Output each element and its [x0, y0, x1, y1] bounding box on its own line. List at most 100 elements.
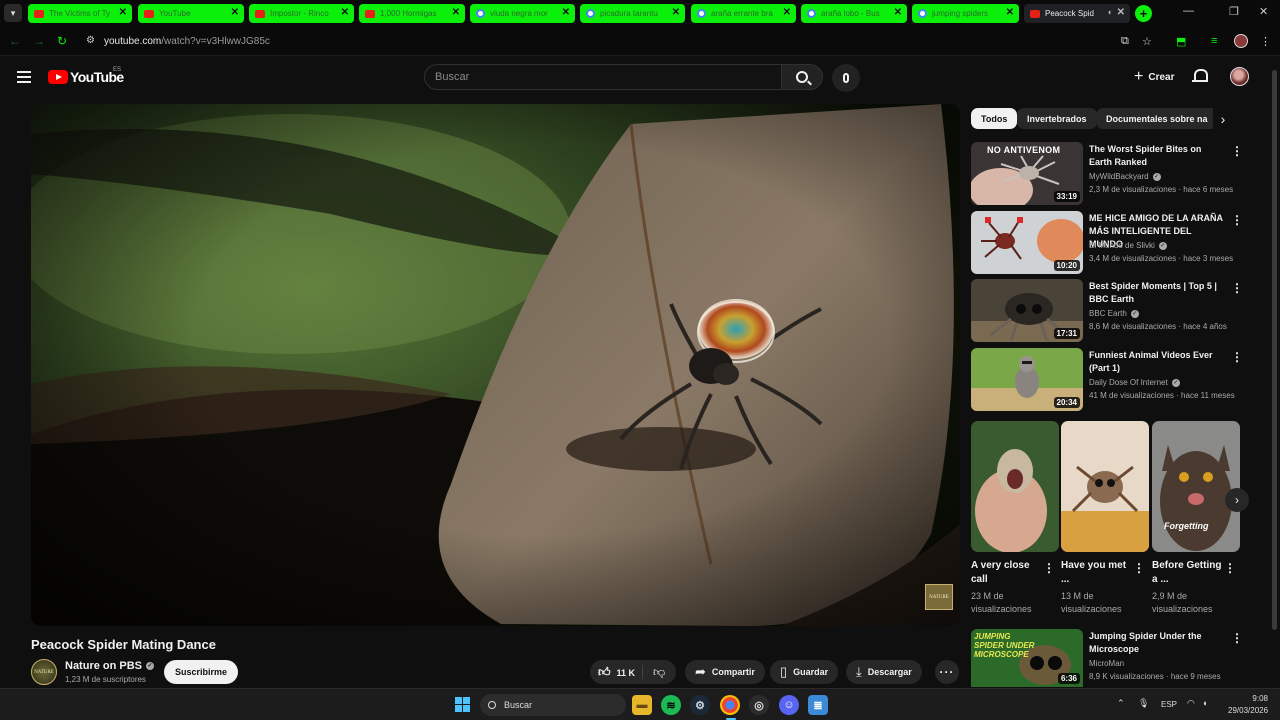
- recommendation-item[interactable]: JUMPING SPIDER UNDER MICROSCOPE 6:36 Jum…: [971, 629, 1241, 687]
- wifi-icon[interactable]: ◠: [1187, 698, 1195, 709]
- recommendation-item[interactable]: 17:31 Best Spider Moments | Top 5 | BBC …: [971, 279, 1243, 343]
- volume-icon[interactable]: ◖: [1202, 698, 1207, 708]
- browser-tab[interactable]: picadura tarantu ✕: [580, 4, 685, 23]
- site-info-icon[interactable]: ⚙: [86, 35, 98, 47]
- guide-menu-icon[interactable]: [17, 71, 31, 83]
- browser-menu-icon[interactable]: ⋮: [1260, 35, 1271, 48]
- recommendation-item[interactable]: 10:20 ME HICE AMIGO DE LA ARAÑA MÁS INTE…: [971, 211, 1243, 275]
- close-tab-icon[interactable]: ✕: [894, 7, 902, 18]
- close-tab-icon[interactable]: ✕: [1117, 7, 1125, 18]
- chip-todos[interactable]: Todos: [971, 108, 1018, 129]
- short-item[interactable]: Forgetting Before Getting a ... ⋮ 2,9 M …: [1152, 421, 1240, 614]
- more-actions-button[interactable]: ···: [935, 660, 959, 684]
- chrome-icon[interactable]: [720, 695, 740, 715]
- profile-avatar[interactable]: [1234, 34, 1248, 48]
- kebab-menu-icon[interactable]: ⋮: [1224, 561, 1236, 575]
- recommendation-item[interactable]: NO ANTIVENOM 33:19 The Worst Spider Bite…: [971, 142, 1243, 206]
- download-button[interactable]: ⤓ Descargar: [846, 660, 922, 684]
- obs-icon[interactable]: ◎: [749, 695, 769, 715]
- channel-name[interactable]: MyWildBackyard ✓: [1089, 172, 1161, 181]
- short-title[interactable]: A very close call: [971, 559, 1045, 587]
- short-item[interactable]: Have you met ... ⋮ 13 M de visualizacion…: [1061, 421, 1149, 614]
- close-tab-icon[interactable]: ✕: [231, 7, 239, 18]
- video-title[interactable]: Funniest Animal Videos Ever (Part 1): [1089, 349, 1225, 375]
- chip-invertebrados[interactable]: Invertebrados: [1017, 108, 1097, 129]
- account-avatar[interactable]: [1230, 67, 1249, 86]
- system-clock[interactable]: 9:08 29/03/2026: [1228, 693, 1268, 717]
- short-item[interactable]: A very close call ⋮ 23 M de visualizacio…: [971, 421, 1059, 614]
- browser-tab-active[interactable]: Peacock Spid ◖ ✕: [1024, 4, 1130, 23]
- notifications-bell-icon[interactable]: [1192, 68, 1208, 84]
- kebab-menu-icon[interactable]: ⋮: [1133, 561, 1145, 575]
- notepad-icon[interactable]: ≣: [808, 695, 828, 715]
- video-thumbnail[interactable]: NO ANTIVENOM 33:19: [971, 142, 1083, 205]
- new-tab-button[interactable]: +: [1135, 5, 1152, 22]
- close-tab-icon[interactable]: ✕: [672, 7, 680, 18]
- spotify-icon[interactable]: ≋: [661, 695, 681, 715]
- browser-tab[interactable]: YouTube ✕: [138, 4, 244, 23]
- browser-tab[interactable]: araña lobo - Bus ✕: [801, 4, 907, 23]
- browser-tab[interactable]: 1,000 Hormigas ✕: [359, 4, 465, 23]
- kebab-menu-icon[interactable]: ⋮: [1231, 213, 1243, 227]
- shorts-next-arrow-icon[interactable]: ›: [1225, 488, 1249, 512]
- close-tab-icon[interactable]: ✕: [341, 7, 349, 18]
- short-title[interactable]: Before Getting a ...: [1152, 559, 1226, 587]
- bookmark-star-icon[interactable]: ☆: [1142, 35, 1152, 48]
- subscribe-button[interactable]: Suscribirme: [164, 660, 239, 684]
- save-button[interactable]: ▯ Guardar: [770, 660, 839, 684]
- kebab-menu-icon[interactable]: ⋮: [1231, 631, 1241, 645]
- create-button[interactable]: + Crear: [1124, 65, 1184, 89]
- video-title[interactable]: Best Spider Moments | Top 5 | BBC Earth: [1089, 280, 1225, 306]
- kebab-menu-icon[interactable]: ⋮: [1231, 144, 1243, 158]
- back-arrow-icon[interactable]: ←: [9, 34, 21, 48]
- close-tab-icon[interactable]: ✕: [452, 7, 460, 18]
- scrollbar-thumb[interactable]: [1272, 70, 1277, 630]
- url-field[interactable]: youtube.com/watch?v=v3HlwwJG85c: [104, 36, 270, 47]
- chips-next-arrow-icon[interactable]: ›: [1213, 108, 1233, 130]
- video-title[interactable]: The Worst Spider Bites on Earth Ranked: [1089, 143, 1225, 169]
- video-thumbnail[interactable]: JUMPING SPIDER UNDER MICROSCOPE 6:36: [971, 629, 1083, 687]
- video-title[interactable]: Jumping Spider Under the Microscope: [1089, 630, 1225, 656]
- close-tab-icon[interactable]: ✕: [783, 7, 791, 18]
- channel-avatar[interactable]: NATURE: [31, 659, 57, 685]
- windows-start-icon[interactable]: [455, 697, 470, 712]
- like-button[interactable]: 👍︎ 11 K: [598, 665, 635, 680]
- video-thumbnail[interactable]: 17:31: [971, 279, 1083, 342]
- channel-name[interactable]: MicroMan: [1089, 659, 1124, 668]
- channel-name[interactable]: Daily Dose Of Internet ✓: [1089, 378, 1180, 387]
- browser-tab[interactable]: viuda negra mor ✕: [470, 4, 575, 23]
- media-control-icon[interactable]: ≡: [1211, 35, 1217, 47]
- cast-icon[interactable]: ⧉: [1121, 35, 1129, 48]
- minimize-icon[interactable]: —: [1183, 5, 1194, 17]
- close-tab-icon[interactable]: ✕: [1006, 7, 1014, 18]
- extensions-icon[interactable]: ⬒: [1176, 35, 1186, 48]
- steam-icon[interactable]: ⚙: [690, 695, 710, 715]
- kebab-menu-icon[interactable]: ⋮: [1043, 561, 1055, 575]
- discord-icon[interactable]: ☺: [779, 695, 799, 715]
- close-tab-icon[interactable]: ✕: [119, 7, 127, 18]
- file-explorer-icon[interactable]: ▬: [632, 695, 652, 715]
- reload-icon[interactable]: ↻: [57, 34, 67, 48]
- close-window-icon[interactable]: ✕: [1259, 5, 1268, 18]
- channel-name[interactable]: El Mundo de Slivki ✓: [1089, 241, 1167, 250]
- search-input[interactable]: [425, 65, 781, 89]
- maximize-icon[interactable]: ❐: [1229, 5, 1239, 18]
- video-thumbnail[interactable]: 10:20: [971, 211, 1083, 274]
- recommendation-item[interactable]: 20:34 Funniest Animal Videos Ever (Part …: [971, 348, 1243, 412]
- short-title[interactable]: Have you met ...: [1061, 559, 1135, 587]
- close-tab-icon[interactable]: ✕: [562, 7, 570, 18]
- speaker-icon[interactable]: ◖: [1107, 7, 1112, 17]
- forward-arrow-icon[interactable]: →: [33, 34, 45, 48]
- chip-documentales[interactable]: Documentales sobre na: [1096, 108, 1218, 129]
- browser-tab[interactable]: jumping spiders ✕: [912, 4, 1019, 23]
- taskbar-search[interactable]: Buscar: [480, 694, 626, 716]
- tab-search-menu-button[interactable]: ▾: [4, 4, 22, 22]
- short-thumbnail[interactable]: [971, 421, 1059, 552]
- video-thumbnail[interactable]: 20:34: [971, 348, 1083, 411]
- short-thumbnail[interactable]: [1061, 421, 1149, 552]
- kebab-menu-icon[interactable]: ⋮: [1231, 350, 1243, 364]
- channel-name[interactable]: BBC Earth ✓: [1089, 309, 1139, 318]
- short-thumbnail[interactable]: Forgetting: [1152, 421, 1240, 552]
- video-player[interactable]: NATURE: [31, 104, 960, 626]
- search-button[interactable]: [781, 64, 823, 90]
